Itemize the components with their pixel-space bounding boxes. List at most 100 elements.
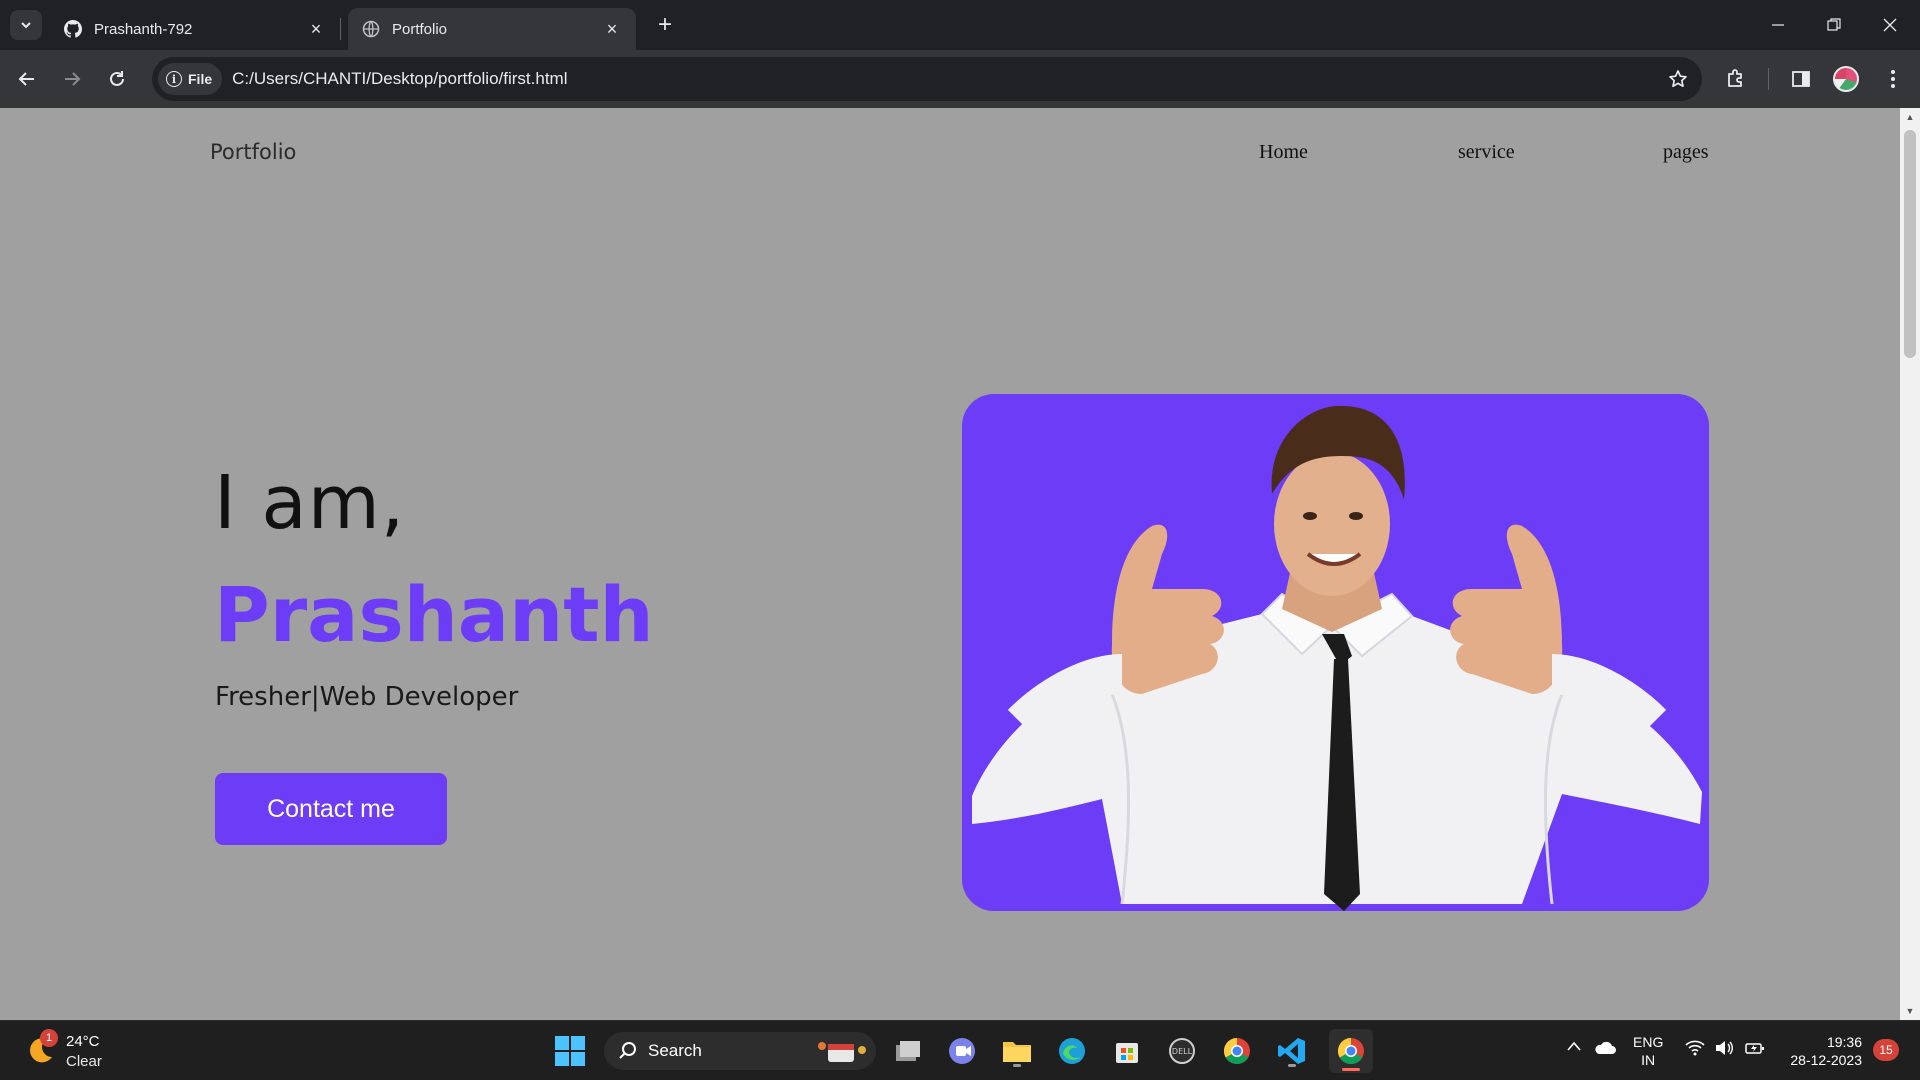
speaker-icon <box>1716 1041 1733 1055</box>
github-icon <box>64 20 82 38</box>
calendar-highlight-icon <box>818 1042 866 1062</box>
vscode-icon <box>1278 1038 1305 1064</box>
edge-button[interactable] <box>1054 1033 1090 1069</box>
wifi-icon <box>1685 1040 1705 1056</box>
contact-me-button[interactable]: Contact me <box>215 773 447 845</box>
page-viewport: Portfolio Home service pages I am, Prash… <box>0 108 1900 1020</box>
language-code: ENG <box>1633 1034 1664 1050</box>
language-region: IN <box>1641 1052 1656 1068</box>
battery-button[interactable] <box>1745 1040 1765 1059</box>
windows-logo-icon <box>555 1036 569 1050</box>
restore-icon <box>1827 18 1841 31</box>
battery-icon <box>1745 1043 1764 1054</box>
store-button[interactable] <box>1109 1033 1145 1069</box>
profile-photo <box>962 394 1709 911</box>
teams-button[interactable] <box>944 1033 980 1069</box>
extensions-button[interactable] <box>1720 63 1752 95</box>
svg-text:DELL: DELL <box>1172 1047 1193 1056</box>
store-icon <box>1116 1043 1138 1063</box>
folder-icon <box>1003 1042 1031 1062</box>
hero-name: Prashanth <box>214 570 654 659</box>
chrome-button[interactable] <box>1219 1033 1255 1069</box>
network-button[interactable] <box>1685 1040 1705 1059</box>
arrow-right-icon <box>65 72 81 86</box>
puzzle-icon <box>1728 69 1742 87</box>
site-brand[interactable]: Portfolio <box>210 140 296 164</box>
scroll-up-arrow-icon[interactable]: ▲ <box>1905 112 1915 122</box>
nav-link-pages[interactable]: pages <box>1663 141 1709 164</box>
nav-link-service[interactable]: service <box>1458 141 1515 164</box>
weather-badge: 1 <box>40 1029 58 1047</box>
dell-icon: DELL <box>1169 1038 1195 1064</box>
scroll-down-arrow-icon[interactable]: ▼ <box>1905 1006 1915 1016</box>
bookmark-star-button[interactable] <box>1662 63 1694 95</box>
chrome-active-icon <box>1337 1037 1364 1065</box>
start-button[interactable] <box>555 1036 585 1066</box>
address-bar[interactable]: i File C:/Users/CHANTI/Desktop/portfolio… <box>152 57 1702 101</box>
teams-icon <box>949 1038 975 1064</box>
tab-separator <box>340 18 341 40</box>
vscode-button[interactable] <box>1274 1033 1310 1069</box>
hero-intro: I am, <box>214 460 406 546</box>
globe-icon <box>362 20 380 38</box>
forward-button[interactable] <box>56 63 88 95</box>
language-indicator[interactable]: ENG IN <box>1633 1033 1663 1069</box>
search-icon <box>619 1042 636 1059</box>
nav-link-home[interactable]: Home <box>1259 141 1308 164</box>
tab-github[interactable]: Prashanth-792 × <box>50 8 340 50</box>
dell-button[interactable]: DELL <box>1164 1033 1200 1069</box>
back-button[interactable] <box>11 63 43 95</box>
minimize-icon <box>1772 24 1784 26</box>
chevron-down-icon <box>21 22 31 29</box>
new-tab-button[interactable]: + <box>650 10 680 40</box>
tab-portfolio[interactable]: Portfolio × <box>348 8 636 50</box>
menu-button[interactable] <box>1877 63 1909 95</box>
close-window-button[interactable] <box>1862 0 1918 50</box>
star-icon <box>1669 70 1687 88</box>
task-view-icon <box>896 1041 920 1061</box>
person-illustration <box>972 405 1702 911</box>
clock-date: 28-12-2023 <box>1790 1052 1862 1068</box>
close-icon <box>1883 18 1897 32</box>
side-panel-icon <box>1792 71 1810 87</box>
arrow-left-icon <box>18 72 34 86</box>
weather-condition: Clear <box>66 1053 102 1070</box>
chevron-up-icon <box>1567 1041 1581 1051</box>
volume-button[interactable] <box>1714 1040 1734 1059</box>
onedrive-button[interactable] <box>1594 1041 1616 1058</box>
system-clock[interactable]: 19:36 28-12-2023 <box>1782 1033 1862 1069</box>
restore-button[interactable] <box>1806 0 1862 50</box>
tab-close-button[interactable]: × <box>306 19 326 39</box>
site-info-chip[interactable]: i File <box>158 63 223 95</box>
tab-title: Portfolio <box>392 20 448 38</box>
toolbar-separator <box>1768 68 1769 90</box>
reload-icon <box>110 71 124 86</box>
tab-strip: Prashanth-792 × Portfolio × + <box>0 0 1920 50</box>
tray-overflow-button[interactable] <box>1566 1039 1582 1055</box>
tab-title: Prashanth-792 <box>94 20 193 38</box>
page-scrollbar[interactable]: ▲ ▼ <box>1900 108 1920 1020</box>
tab-search-button[interactable] <box>10 10 42 40</box>
search-label: Search <box>648 1041 702 1060</box>
reload-button[interactable] <box>101 63 133 95</box>
info-icon: i <box>166 71 182 87</box>
clock-time: 19:36 <box>1826 1034 1862 1050</box>
weather-temperature: 24°C <box>66 1033 100 1050</box>
chrome-active-button[interactable] <box>1329 1029 1373 1073</box>
file-explorer-button[interactable] <box>999 1033 1035 1069</box>
task-view-button[interactable] <box>890 1033 926 1069</box>
tab-close-button[interactable]: × <box>602 19 622 39</box>
browser-toolbar: i File C:/Users/CHANTI/Desktop/portfolio… <box>0 50 1920 108</box>
kebab-menu-icon <box>1891 70 1895 88</box>
scroll-thumb[interactable] <box>1904 130 1916 358</box>
profile-avatar[interactable] <box>1833 66 1859 92</box>
hero-role: Fresher|Web Developer <box>215 682 519 712</box>
minimize-button[interactable] <box>1750 0 1806 50</box>
cloud-icon <box>1595 1041 1616 1054</box>
chrome-icon <box>1223 1037 1250 1065</box>
side-panel-button[interactable] <box>1785 63 1817 95</box>
windows-taskbar: 1 24°C Clear Search DELL ENG IN 19:36 28… <box>0 1020 1920 1080</box>
notification-badge[interactable]: 15 <box>1873 1039 1899 1061</box>
url-text[interactable]: C:/Users/CHANTI/Desktop/portfolio/first.… <box>232 69 1662 89</box>
taskbar-search[interactable]: Search <box>604 1032 876 1070</box>
